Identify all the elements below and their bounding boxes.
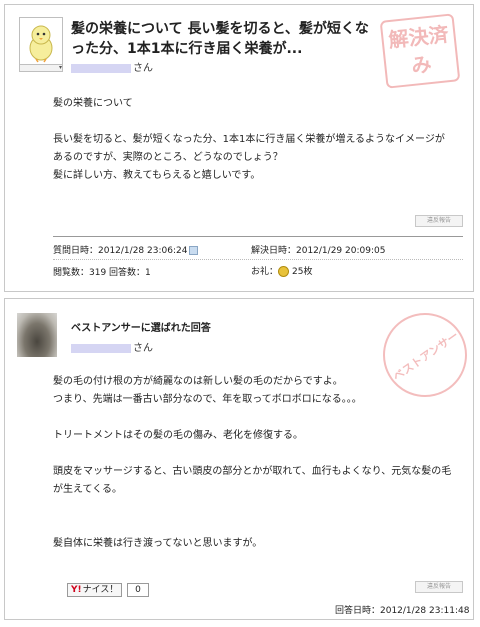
asked-date: 質問日時：2012/1/28 23:06:24 [53,243,199,256]
answer-body: 髪の毛の付け根の方が綺麗なのは新しい髪の毛のだからですよ。 つまり、先端は一番古… [53,376,452,549]
avatar-dropdown[interactable]: ▾ [19,65,63,72]
report-button[interactable]: 違反報告 [415,581,463,593]
yahoo-logo-icon: Y! [71,585,82,595]
best-answer-card: ベストアンサーに選ばれた回答 さん ベストアンサー 髪の毛の付け根の方が綺麗なの… [4,296,480,620]
coin-icon [278,266,290,277]
calendar-icon[interactable] [189,246,199,255]
reward: お礼： 25枚 [251,266,313,277]
question-card: ▾ 髪の栄養について 長い髪を切ると、髪が短くなった分、1本1本に行き届く栄養が… [4,4,474,292]
best-answer-heading: ベストアンサーに選ばれた回答 [71,323,211,334]
answer-count: 回答数：1 [109,268,151,278]
divider [53,236,463,237]
resolved-stamp: 解決済み [379,13,461,89]
report-button[interactable]: 違反報告 [415,215,463,227]
questioner-avatar[interactable] [19,17,63,65]
question-body: 髪の栄養について 長い髪を切ると、髪が短くなった分、1本1本に行き届く栄養が増え… [53,98,445,181]
answered-date: 回答日時：2012/1/28 23:11:48 [335,606,470,616]
blurred-username [71,63,131,73]
answerer-name[interactable]: さん [71,339,153,354]
view-count: 閲覧数：319 [53,268,107,278]
questioner-name[interactable]: さん [71,59,153,74]
nice-count: 0 [127,583,149,597]
resolved-date: 解決日時：2012/1/29 20:09:05 [251,246,386,256]
answerer-avatar[interactable] [17,313,57,357]
chick-avatar-icon [29,25,53,63]
question-title: 髪の栄養について 長い髪を切ると、髪が短くなった分、1本1本に行き届く栄養が..… [71,21,369,57]
dotted-divider [53,259,463,260]
nice-button[interactable]: Y!ナイス！ [67,583,123,597]
blurred-username [71,343,131,353]
